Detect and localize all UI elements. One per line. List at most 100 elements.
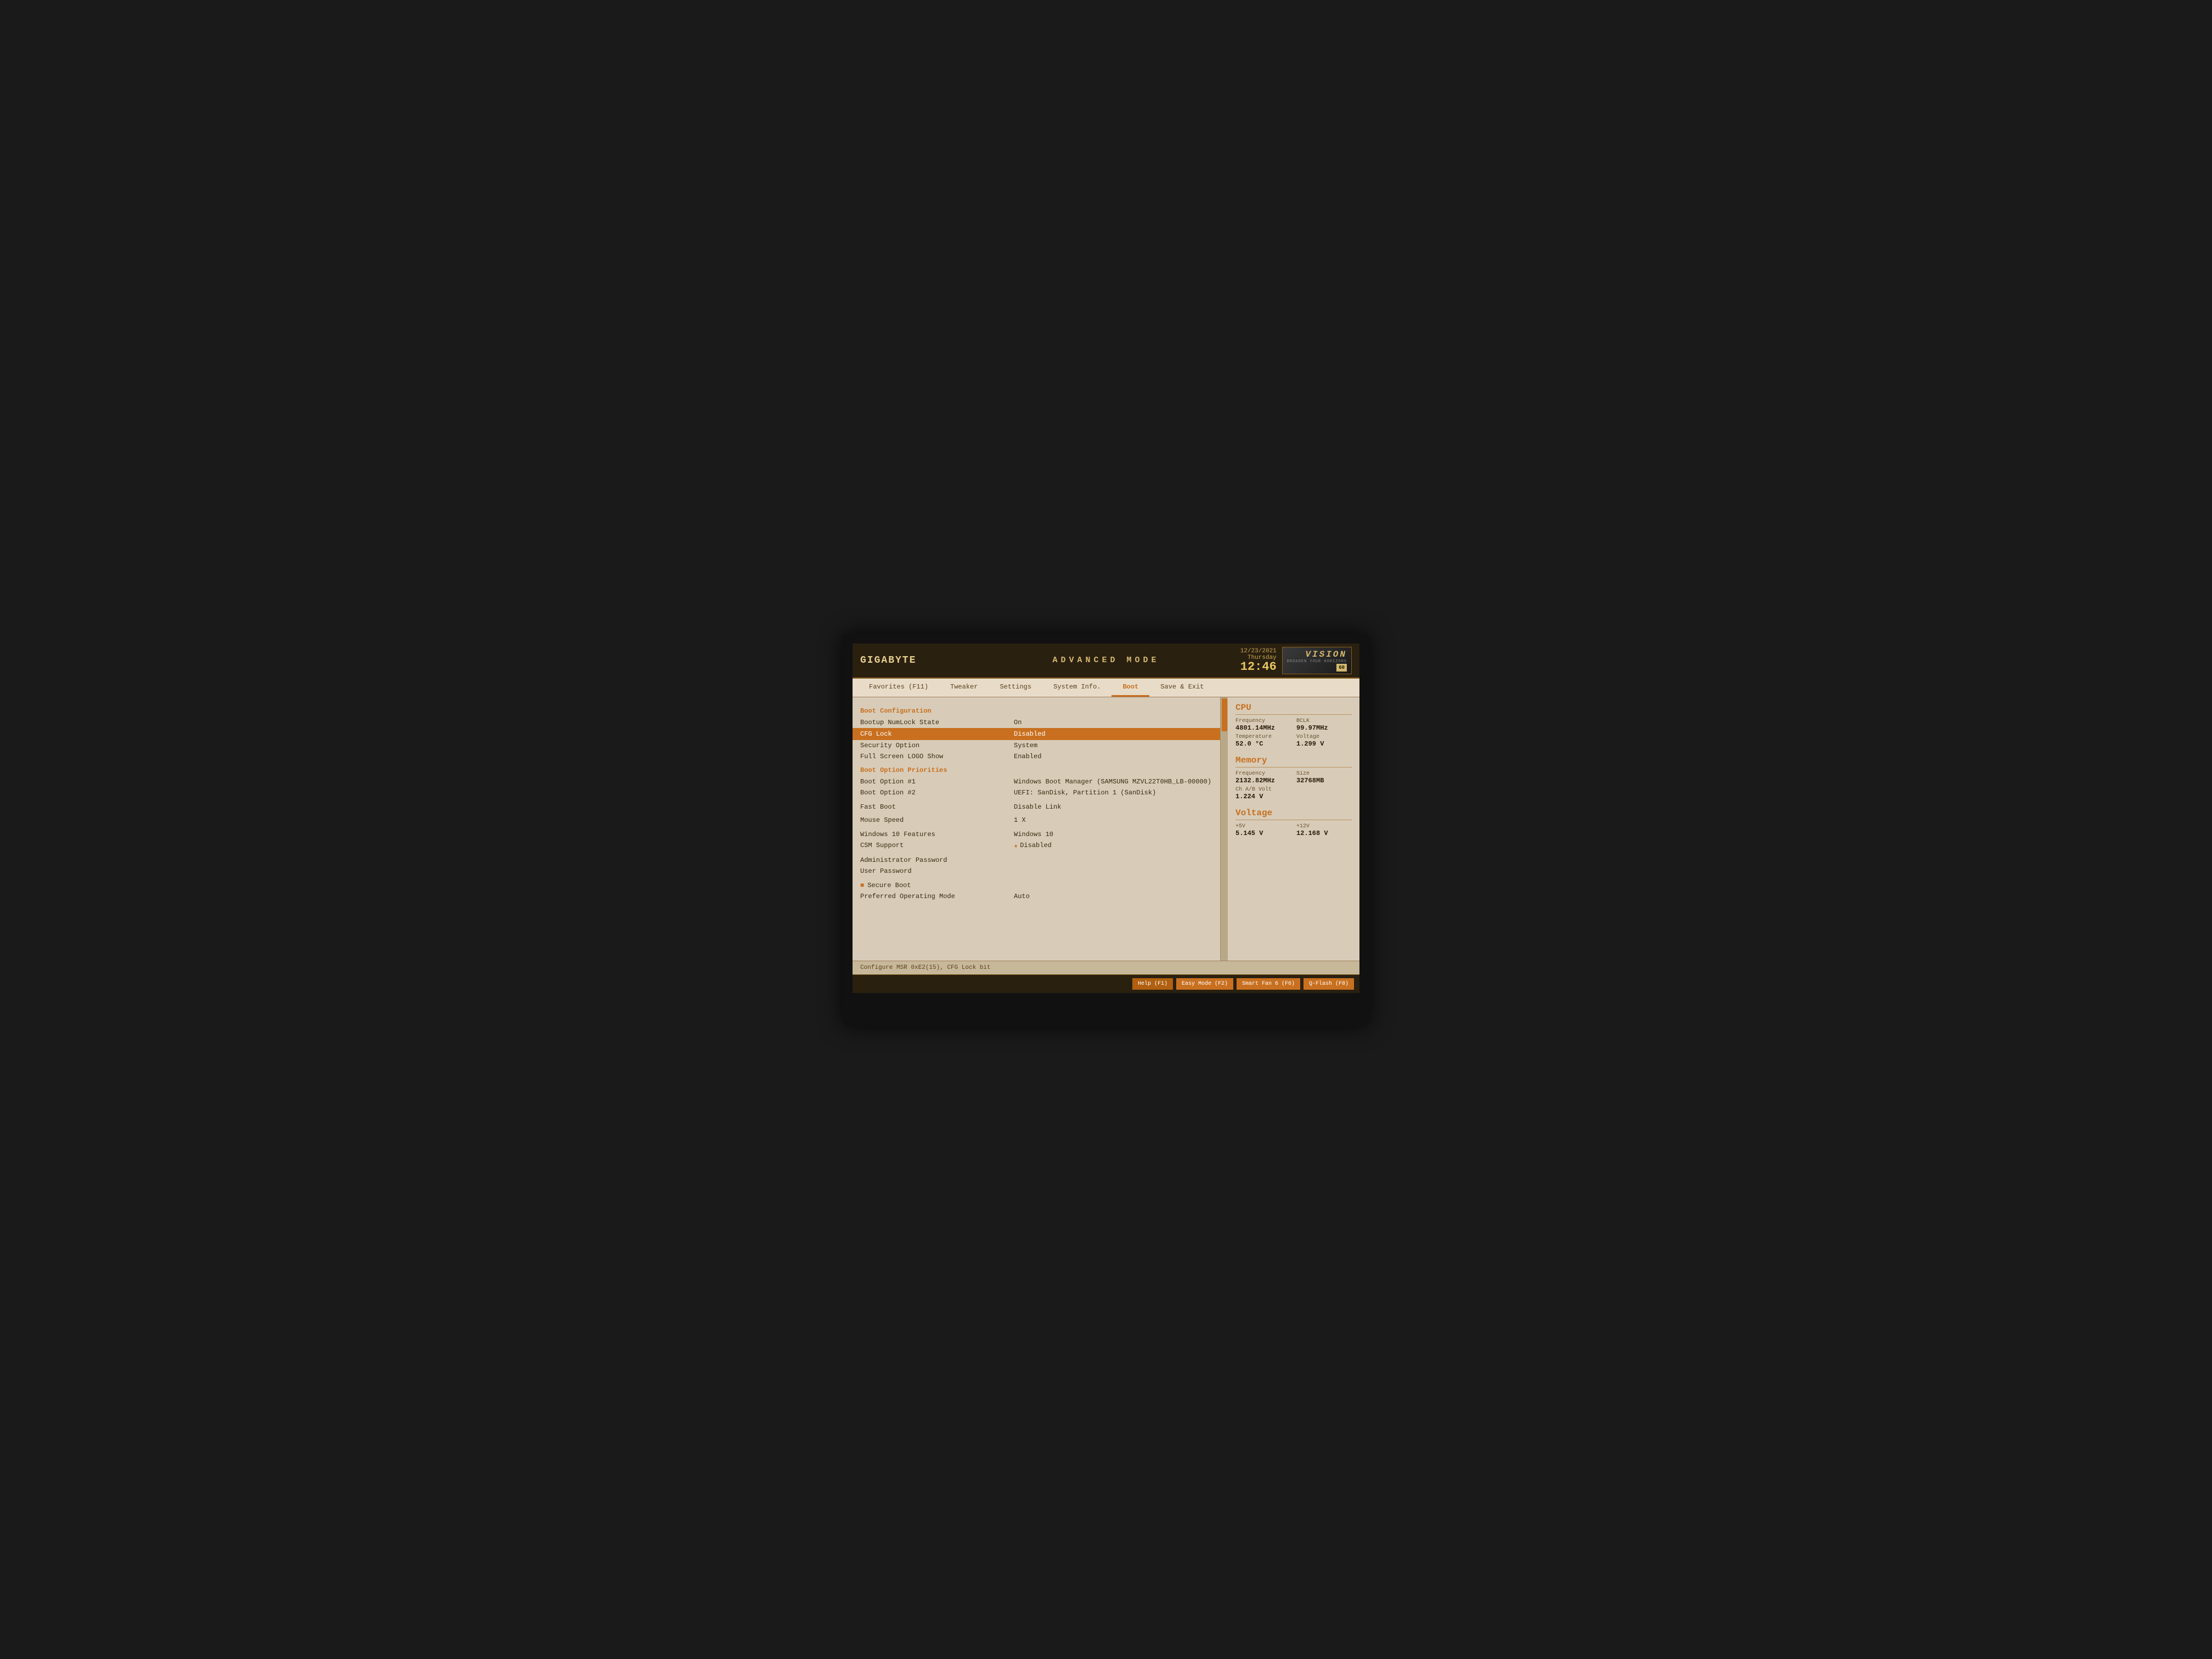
row-admin-password[interactable]: Administrator Password bbox=[860, 855, 1212, 866]
cpu-bclk-label: BCLK bbox=[1296, 718, 1352, 724]
nav-bar: Favorites (F11) Tweaker Settings System … bbox=[853, 679, 1359, 697]
row-preferred-os[interactable]: Preferred Operating Mode Auto bbox=[860, 891, 1212, 902]
star-icon: ★ bbox=[1014, 842, 1018, 850]
easy-mode-button[interactable]: Easy Mode (F2) bbox=[1176, 978, 1233, 990]
value-fast-boot: Disable Link bbox=[1014, 803, 1061, 811]
value-csm-support: Disabled bbox=[1020, 842, 1052, 849]
label-admin-password: Administrator Password bbox=[860, 856, 1014, 864]
label-csm-support: CSM Support bbox=[860, 842, 1014, 849]
status-bar: Configure MSR 0xE2(15), CFG Lock bit bbox=[853, 961, 1359, 974]
value-cfg-lock: Disabled bbox=[1014, 730, 1046, 738]
row-mouse-speed[interactable]: Mouse Speed 1 X bbox=[860, 815, 1212, 826]
bios-header: GIGABYTE ADVANCED MODE 12/23/2021 Thursd… bbox=[853, 644, 1359, 679]
voltage-section-title: Voltage bbox=[1235, 808, 1352, 820]
right-panel: CPU Frequency 4801.14MHz BCLK 99.97MHz T… bbox=[1228, 697, 1359, 961]
value-boot-option1: Windows Boot Manager (SAMSUNG MZVL22T0HB… bbox=[1014, 778, 1211, 786]
row-user-password[interactable]: User Password bbox=[860, 866, 1212, 877]
bottom-toolbar: Help (F1) Easy Mode (F2) Smart Fan 6 (F6… bbox=[853, 974, 1359, 993]
mem-size-value: 32768MB bbox=[1296, 777, 1352, 785]
row-security-option[interactable]: Security Option System bbox=[860, 740, 1212, 751]
broaden-text: BROADEN YOUR HORIZONS bbox=[1287, 659, 1347, 664]
monitor-bezel: GIGABYTE ADVANCED MODE 12/23/2021 Thursd… bbox=[843, 634, 1369, 1026]
cpu-frequency-value: 4801.14MHz bbox=[1235, 724, 1291, 732]
nav-sysinfo[interactable]: System Info. bbox=[1042, 679, 1111, 697]
label-full-screen-logo: Full Screen LOGO Show bbox=[860, 753, 1014, 760]
nav-tweaker[interactable]: Tweaker bbox=[939, 679, 989, 697]
nav-favorites[interactable]: Favorites (F11) bbox=[858, 679, 939, 697]
cpu-bclk-value: 99.97MHz bbox=[1296, 724, 1352, 732]
cpu-voltage-item: Voltage 1.299 V bbox=[1296, 734, 1352, 748]
left-panel-with-scroll: Boot Configuration Bootup NumLock State … bbox=[853, 697, 1228, 961]
label-boot-option1: Boot Option #1 bbox=[860, 778, 1014, 786]
vision-logo-area: VISION BROADEN YOUR HORIZONS 60 bbox=[1282, 647, 1352, 674]
memory-section-title: Memory bbox=[1235, 755, 1352, 768]
status-text: Configure MSR 0xE2(15), CFG Lock bit bbox=[860, 964, 991, 971]
v12-item: +12V 12.168 V bbox=[1296, 823, 1352, 837]
smart-fan-button[interactable]: Smart Fan 6 (F6) bbox=[1237, 978, 1300, 990]
cpu-temp-label: Temperature bbox=[1235, 734, 1291, 740]
gigabyte-logo: GIGABYTE bbox=[860, 655, 916, 666]
bullet-icon: ■ bbox=[860, 882, 864, 889]
value-bootup-numlock: On bbox=[1014, 719, 1022, 726]
label-security-option: Security Option bbox=[860, 742, 1014, 749]
v5-item: +5V 5.145 V bbox=[1235, 823, 1291, 837]
help-button[interactable]: Help (F1) bbox=[1132, 978, 1173, 990]
cpu-bclk-item: BCLK 99.97MHz bbox=[1296, 718, 1352, 732]
cpu-voltage-label: Voltage bbox=[1296, 734, 1352, 740]
cpu-temp-item: Temperature 52.0 °C bbox=[1235, 734, 1291, 748]
value-full-screen-logo: Enabled bbox=[1014, 753, 1041, 760]
label-secure-boot: Secure Boot bbox=[867, 882, 1021, 889]
value-preferred-os: Auto bbox=[1014, 893, 1030, 900]
cpu-frequency-label: Frequency bbox=[1235, 718, 1291, 724]
section-boot-config: Boot Configuration bbox=[860, 707, 1212, 715]
cpu-section-title: CPU bbox=[1235, 703, 1352, 715]
date-text: 12/23/2021 Thursday bbox=[1240, 648, 1277, 661]
nav-boot[interactable]: Boot bbox=[1111, 679, 1149, 697]
mem-frequency-item: Frequency 2132.82MHz bbox=[1235, 771, 1291, 785]
vision-brand: VISION bbox=[1305, 650, 1347, 659]
row-boot-option1[interactable]: Boot Option #1 Windows Boot Manager (SAM… bbox=[860, 776, 1212, 787]
v5-label: +5V bbox=[1235, 823, 1291, 830]
memory-stats-section: Memory Frequency 2132.82MHz Size 32768MB… bbox=[1235, 755, 1352, 800]
mem-size-label: Size bbox=[1296, 771, 1352, 777]
label-preferred-os: Preferred Operating Mode bbox=[860, 893, 1014, 900]
row-secure-boot[interactable]: ■ Secure Boot bbox=[860, 880, 1212, 891]
row-csm-support[interactable]: CSM Support ★ Disabled bbox=[860, 840, 1212, 851]
row-cfg-lock[interactable]: CFG Lock Disabled bbox=[853, 728, 1220, 740]
value-boot-option2: UEFI: SanDisk, Partition 1 (SanDisk) bbox=[1014, 789, 1156, 797]
section-boot-priorities: Boot Option Priorities bbox=[860, 766, 1212, 774]
label-cfg-lock: CFG Lock bbox=[860, 730, 1014, 738]
label-boot-option2: Boot Option #2 bbox=[860, 789, 1014, 797]
main-content: Boot Configuration Bootup NumLock State … bbox=[853, 697, 1359, 961]
mem-chvolt-value: 1.224 V bbox=[1235, 793, 1352, 800]
cpu-temp-value: 52.0 °C bbox=[1235, 740, 1291, 748]
label-user-password: User Password bbox=[860, 867, 1014, 875]
time-display: 12:46 bbox=[1240, 661, 1277, 673]
memory-stat-grid: Frequency 2132.82MHz Size 32768MB Ch A/B… bbox=[1235, 771, 1352, 800]
cpu-stats-section: CPU Frequency 4801.14MHz BCLK 99.97MHz T… bbox=[1235, 703, 1352, 748]
value-win10-features: Windows 10 bbox=[1014, 831, 1053, 838]
row-full-screen-logo[interactable]: Full Screen LOGO Show Enabled bbox=[860, 751, 1212, 762]
advanced-mode-title: ADVANCED MODE bbox=[1052, 656, 1159, 665]
q-flash-button[interactable]: Q-Flash (F8) bbox=[1304, 978, 1354, 990]
row-boot-option2[interactable]: Boot Option #2 UEFI: SanDisk, Partition … bbox=[860, 787, 1212, 798]
mem-frequency-value: 2132.82MHz bbox=[1235, 777, 1291, 785]
scrollbar-track[interactable] bbox=[1220, 697, 1228, 961]
nav-save-exit[interactable]: Save & Exit bbox=[1149, 679, 1215, 697]
fan-speed-badge: 60 bbox=[1336, 664, 1347, 672]
mem-frequency-label: Frequency bbox=[1235, 771, 1291, 777]
label-fast-boot: Fast Boot bbox=[860, 803, 1014, 811]
label-bootup-numlock: Bootup NumLock State bbox=[860, 719, 1014, 726]
cpu-stat-grid: Frequency 4801.14MHz BCLK 99.97MHz Tempe… bbox=[1235, 718, 1352, 748]
header-right: 12/23/2021 Thursday 12:46 VISION BROADEN… bbox=[1240, 647, 1352, 674]
cpu-voltage-value: 1.299 V bbox=[1296, 740, 1352, 748]
left-panel: Boot Configuration Bootup NumLock State … bbox=[853, 697, 1220, 961]
v12-label: +12V bbox=[1296, 823, 1352, 830]
scrollbar-thumb bbox=[1222, 698, 1227, 731]
row-win10-features[interactable]: Windows 10 Features Windows 10 bbox=[860, 829, 1212, 840]
row-bootup-numlock[interactable]: Bootup NumLock State On bbox=[860, 717, 1212, 728]
datetime: 12/23/2021 Thursday 12:46 bbox=[1240, 648, 1277, 673]
mem-chvolt-item: Ch A/B Volt 1.224 V bbox=[1235, 787, 1352, 800]
nav-settings[interactable]: Settings bbox=[989, 679, 1042, 697]
row-fast-boot[interactable]: Fast Boot Disable Link bbox=[860, 802, 1212, 812]
